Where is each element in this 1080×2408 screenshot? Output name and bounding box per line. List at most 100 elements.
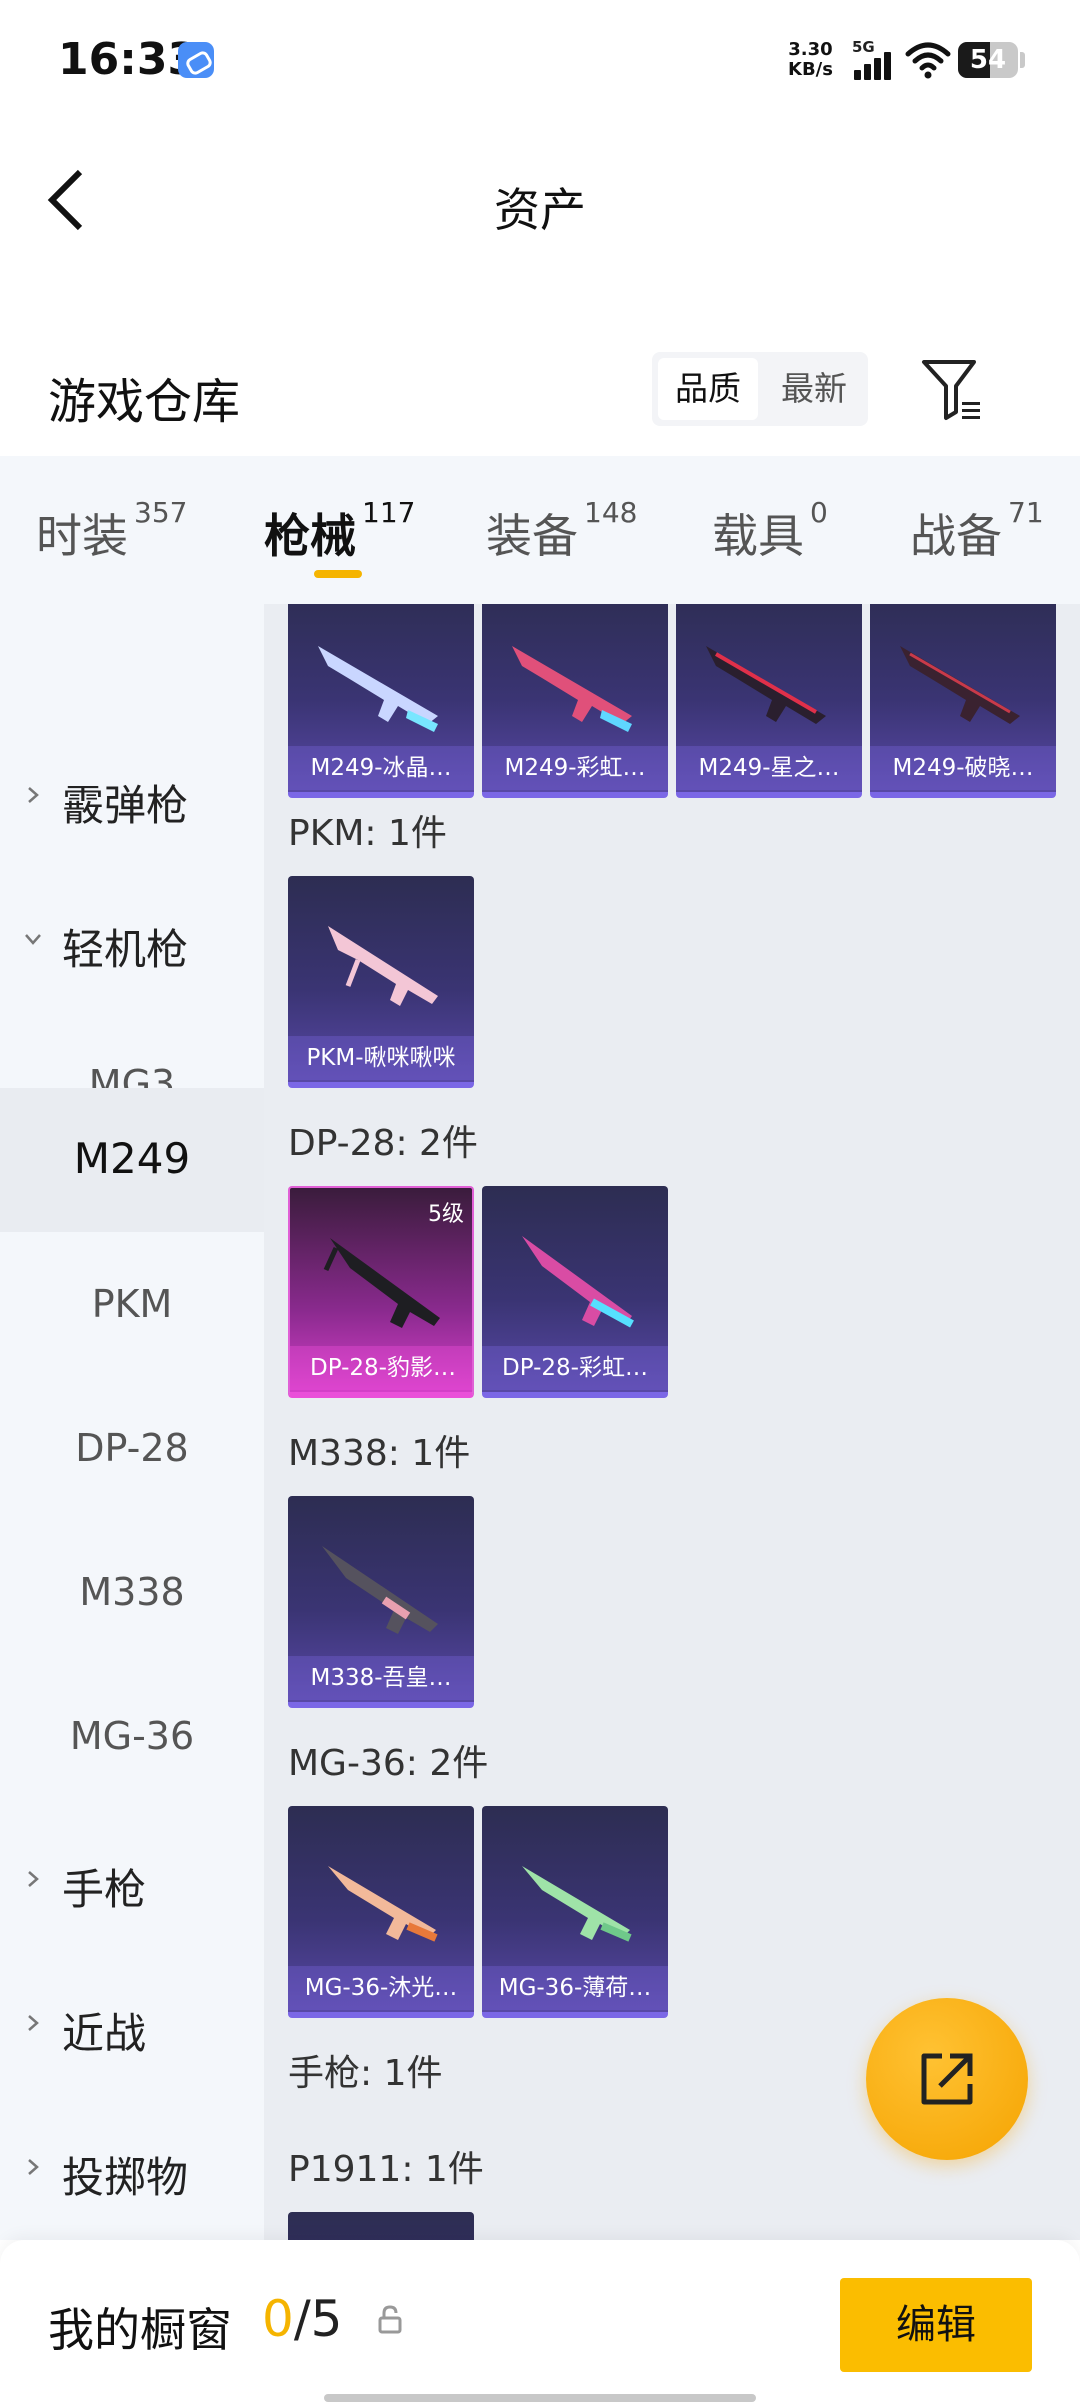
sidebar-item-label: PKM <box>91 1282 173 1326</box>
tab-supplies-label: 战备 <box>910 509 1002 563</box>
skin-card-name: M249-冰晶… <box>288 746 474 790</box>
sidebar-item-throwable[interactable]: 投掷物 <box>0 2096 264 2240</box>
showcase-total: /5 <box>293 2290 343 2348</box>
gun-skin-image <box>328 926 438 1006</box>
weapon-type-sidebar: 霰弹枪 轻机枪 MG3 M249 PKM DP-28 M338 MG-36 手枪… <box>0 604 264 2240</box>
sidebar-item-pkm[interactable]: PKM <box>0 1232 264 1376</box>
gun-skin-image <box>900 646 1020 724</box>
showcase-used: 0 <box>262 2290 294 2348</box>
network-speed-unit: KB/s <box>788 59 833 80</box>
tab-weapons-label: 枪械 <box>264 509 356 563</box>
share-external-icon <box>921 2053 973 2105</box>
sidebar-item-shotgun[interactable]: 霰弹枪 <box>0 724 264 868</box>
gun-skin-image <box>522 1866 632 1942</box>
chevron-right-icon <box>28 787 39 803</box>
sidebar-item-melee[interactable]: 近战 <box>0 1952 264 2096</box>
skin-card[interactable]: M249-彩虹… <box>482 604 668 798</box>
sidebar-item-label: 霰弹枪 <box>62 781 189 830</box>
skin-card[interactable]: MG-36-沐光… <box>288 1806 474 2018</box>
sort-quality-option[interactable]: 品质 <box>658 358 758 420</box>
group-label-pistol: 手枪: 1件 <box>288 2053 443 2094</box>
showcase-bar: 我的橱窗 0/5 编辑 <box>0 2240 1080 2408</box>
chevron-right-icon <box>28 1871 39 1887</box>
home-indicator[interactable] <box>324 2394 756 2402</box>
tab-equipment-label: 装备 <box>486 509 578 563</box>
skin-card-name: MG-36-薄荷… <box>482 1966 668 2010</box>
edit-button[interactable]: 编辑 <box>840 2278 1032 2372</box>
skin-card-name: M249-彩虹… <box>482 746 668 790</box>
chevron-right-icon <box>28 2015 39 2031</box>
gun-skin-image <box>322 1546 438 1634</box>
group-label-mg36: MG-36: 2件 <box>288 1743 489 1784</box>
wifi-icon <box>905 42 951 79</box>
tab-vehicles[interactable]: 载具 0 <box>712 496 828 570</box>
group-label-m338: M338: 1件 <box>288 1433 471 1474</box>
sort-newest-option[interactable]: 最新 <box>764 358 864 420</box>
tab-weapons[interactable]: 枪械 117 <box>264 496 415 570</box>
tab-supplies[interactable]: 战备 71 <box>910 496 1044 570</box>
filter-icon[interactable] <box>920 356 984 424</box>
active-tab-indicator <box>314 570 362 578</box>
warehouse-title: 游戏仓库 <box>48 374 241 430</box>
nav-header: 资产 <box>0 120 1080 280</box>
skin-level-badge: 5级 <box>428 1202 464 1227</box>
sidebar-item-label: DP-28 <box>75 1426 189 1470</box>
sidebar-item-dp28[interactable]: DP-28 <box>0 1376 264 1520</box>
skin-card[interactable] <box>288 2212 474 2240</box>
chevron-down-icon <box>25 934 41 945</box>
chevron-right-icon <box>28 2159 39 2175</box>
skin-card[interactable]: PKM-啾咪啾咪 <box>288 876 474 1088</box>
sidebar-item-mg36[interactable]: MG-36 <box>0 1664 264 1808</box>
lock-icon <box>378 2305 402 2334</box>
group-label-dp28: DP-28: 2件 <box>288 1123 478 1164</box>
network-speed: 3.30 KB/s <box>788 40 833 80</box>
skin-card-name: DP-28-豹影… <box>290 1346 472 1390</box>
tab-equipment[interactable]: 装备 148 <box>486 496 637 570</box>
sidebar-item-m249[interactable]: M249 <box>0 1088 264 1232</box>
showcase-count: 0/5 <box>262 2290 342 2348</box>
skin-card[interactable]: M249-冰晶… <box>288 604 474 798</box>
sidebar-item-label: M338 <box>79 1570 185 1614</box>
skin-card[interactable]: MG-36-薄荷… <box>482 1806 668 2018</box>
skin-card-name: MG-36-沐光… <box>288 1966 474 2010</box>
tab-fashion[interactable]: 时装 357 <box>36 496 187 570</box>
cellular-signal-icon: 5G <box>852 38 896 80</box>
skin-card[interactable]: M249-星之… <box>676 604 862 798</box>
gun-skin-image <box>318 646 438 732</box>
tab-fashion-count: 357 <box>134 496 188 529</box>
tab-vehicles-count: 0 <box>810 496 828 529</box>
share-button[interactable] <box>866 1998 1028 2160</box>
skin-card[interactable]: 5级 DP-28-豹影… <box>288 1186 474 1398</box>
gun-skin-image <box>522 1236 634 1328</box>
showcase-label: 我的橱窗 <box>48 2303 232 2357</box>
weapon-skin-list: M249-冰晶… M249-彩虹… M249-星之… M249-破晓… PKM:… <box>264 604 1080 2240</box>
gun-skin-image <box>323 1238 440 1328</box>
sidebar-item-lmg[interactable]: 轻机枪 <box>0 868 264 1012</box>
app-notification-icon <box>178 42 214 78</box>
gun-skin-image <box>706 646 826 724</box>
sidebar-item-label: 投掷物 <box>62 2153 189 2202</box>
tab-supplies-count: 71 <box>1008 496 1044 529</box>
sidebar-item-m338[interactable]: M338 <box>0 1520 264 1664</box>
battery-level: 54 <box>969 45 1007 75</box>
category-tabs: 时装 357 枪械 117 装备 148 载具 0 战备 71 <box>0 456 1080 604</box>
skin-card[interactable]: DP-28-彩虹… <box>482 1186 668 1398</box>
warehouse-header: 游戏仓库 品质 最新 <box>0 330 1080 450</box>
sidebar-item-label: 手枪 <box>62 1865 147 1914</box>
network-type: 5G <box>852 38 875 56</box>
page-title: 资产 <box>494 183 586 237</box>
sidebar-item-pistol[interactable]: 手枪 <box>0 1808 264 1952</box>
skin-card-name: DP-28-彩虹… <box>482 1346 668 1390</box>
tab-fashion-label: 时装 <box>36 509 128 563</box>
skin-card-name: M249-破晓… <box>870 746 1056 790</box>
sidebar-item-label: MG-36 <box>69 1714 195 1758</box>
sidebar-item-label: 轻机枪 <box>62 925 189 974</box>
skin-card-name: M249-星之… <box>676 746 862 790</box>
tab-equipment-count: 148 <box>584 496 638 529</box>
group-label-pkm: PKM: 1件 <box>288 813 447 854</box>
tab-vehicles-label: 载具 <box>712 509 804 563</box>
sidebar-item-label: 近战 <box>62 2009 147 2058</box>
skin-card[interactable]: M249-破晓… <box>870 604 1056 798</box>
skin-card[interactable]: M338-吾皇… <box>288 1496 474 1708</box>
skin-card-name: PKM-啾咪啾咪 <box>288 1036 474 1080</box>
